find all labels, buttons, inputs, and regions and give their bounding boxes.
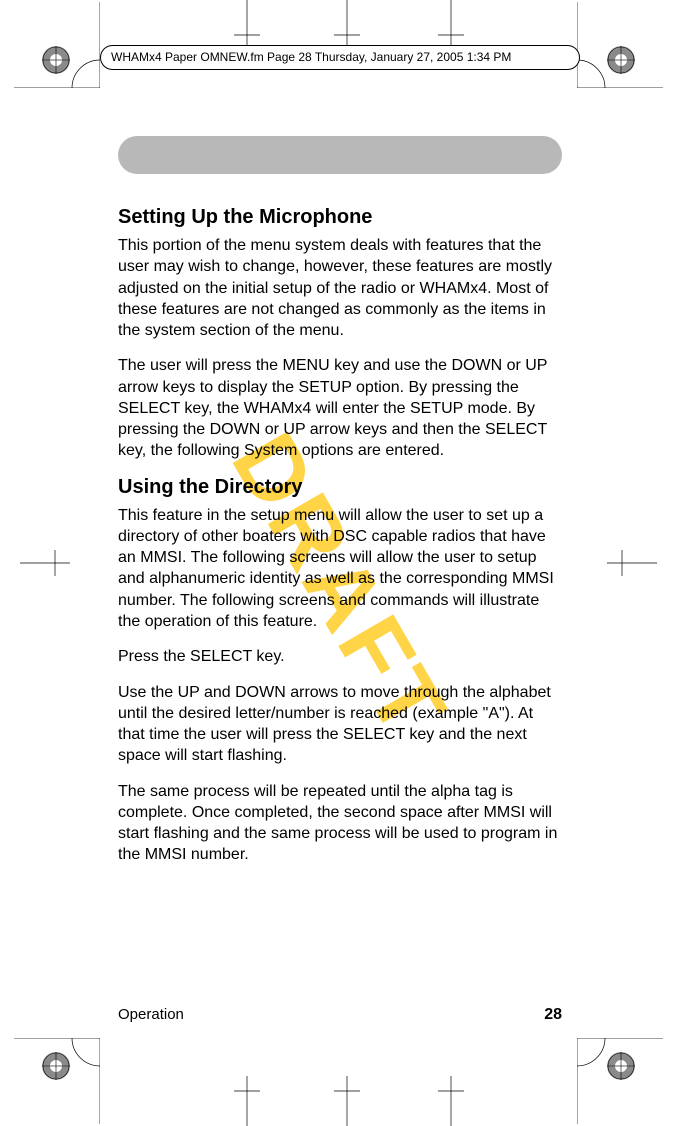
registration-mark-icon xyxy=(42,46,70,74)
page-container: WHAMx4 Paper OMNEW.fm Page 28 Thursday, … xyxy=(0,0,677,1126)
registration-mark-icon xyxy=(607,1052,635,1080)
crop-tick-icon xyxy=(334,1076,360,1126)
registration-mark-icon xyxy=(42,1052,70,1080)
crop-mark-icon xyxy=(577,2,663,88)
crop-tick-icon xyxy=(20,550,70,576)
body-paragraph: Press the SELECT key. xyxy=(118,646,562,667)
registration-mark-icon xyxy=(607,46,635,74)
crop-tick-icon xyxy=(334,0,360,50)
body-paragraph: This portion of the menu system deals wi… xyxy=(118,235,562,341)
crop-mark-icon xyxy=(577,1038,663,1124)
body-paragraph: Use the UP and DOWN arrows to move throu… xyxy=(118,682,562,767)
section-header-bar xyxy=(118,136,562,174)
page-footer: Operation 28 xyxy=(118,1006,562,1024)
crop-tick-icon xyxy=(234,1076,260,1126)
footer-page-number: 28 xyxy=(544,1006,562,1024)
crop-tick-icon xyxy=(234,0,260,50)
document-meta-text: WHAMx4 Paper OMNEW.fm Page 28 Thursday, … xyxy=(111,50,511,64)
crop-mark-icon xyxy=(14,1038,100,1124)
crop-tick-icon xyxy=(607,550,657,576)
section-title-microphone: Setting Up the Microphone xyxy=(118,206,562,229)
crop-tick-icon xyxy=(438,1076,464,1126)
page-content: Setting Up the Microphone This portion o… xyxy=(118,136,562,880)
section-title-directory: Using the Directory xyxy=(118,476,562,499)
body-paragraph: This feature in the setup menu will allo… xyxy=(118,505,562,633)
body-paragraph: The same process will be repeated until … xyxy=(118,781,562,866)
document-meta-header: WHAMx4 Paper OMNEW.fm Page 28 Thursday, … xyxy=(100,45,580,70)
footer-section-label: Operation xyxy=(118,1006,184,1023)
body-paragraph: The user will press the MENU key and use… xyxy=(118,355,562,461)
crop-tick-icon xyxy=(438,0,464,50)
crop-mark-icon xyxy=(14,2,100,88)
